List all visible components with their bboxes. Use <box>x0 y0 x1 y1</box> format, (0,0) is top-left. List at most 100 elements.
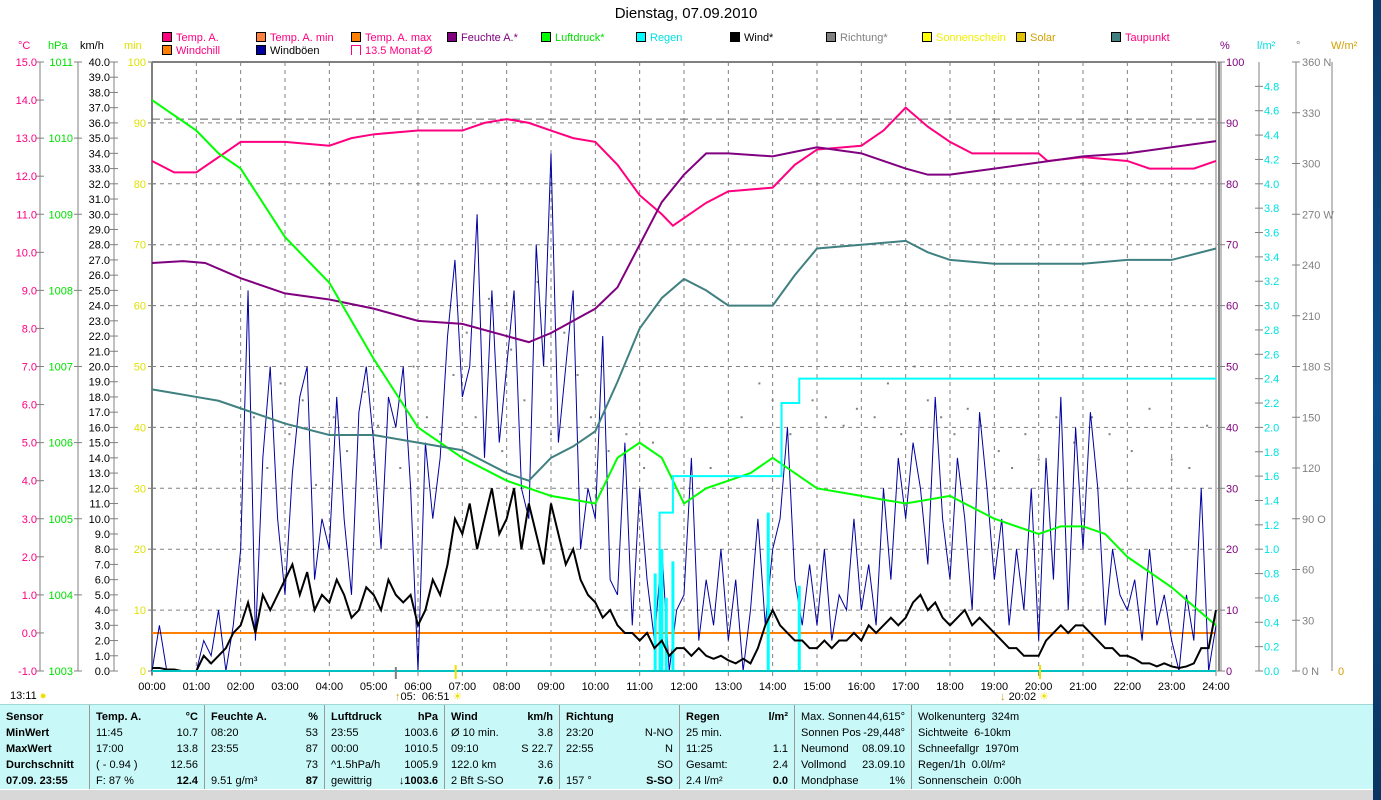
direction-point <box>1206 424 1209 427</box>
sunrise-time: 06:51 <box>421 691 450 703</box>
moon-icon: ● <box>39 690 47 702</box>
direction-point <box>474 416 477 419</box>
x-tick-label: 17:00 <box>892 681 920 693</box>
direction-point <box>855 407 858 410</box>
stats-row: 73 <box>211 757 318 773</box>
rain-tick-label: 1.6 <box>1264 471 1279 483</box>
stats-row: 122.0 km 3.6 <box>451 757 553 773</box>
temp-tick-label: 3.0 <box>22 514 37 526</box>
direction-point <box>301 399 304 402</box>
kmh-tick-label: 35.0 <box>89 133 110 145</box>
sunset-time: 20:02 <box>1008 691 1037 703</box>
min-tick-label: 70 <box>134 240 146 252</box>
direction-point <box>377 424 380 427</box>
min-tick-label: 30 <box>134 483 146 495</box>
kmh-tick-label: 0.0 <box>95 666 110 678</box>
kmh-tick-label: 27.0 <box>89 255 110 267</box>
direction-point <box>346 450 349 453</box>
sunset-arrow-icon: ↓ <box>1000 691 1006 703</box>
stats-column: Wolkenunterg 324m Sichtweite 6-10km Schneefa… <box>912 705 1373 790</box>
stats-row: Ø 10 min. 3.8 <box>451 725 553 741</box>
kmh-tick-label: 22.0 <box>89 331 110 343</box>
direction-point <box>1130 450 1133 453</box>
direction-point <box>425 416 428 419</box>
sunrise-info: ↑05: 06:51 ☀ <box>395 690 462 703</box>
direction-point <box>510 348 513 351</box>
hpa-tick-label: 1010 <box>49 133 73 145</box>
direction-point <box>363 390 366 393</box>
stats-row-label: 07.09. 23:55 <box>6 773 83 789</box>
stats-row: gewittrig ↓1003.6 <box>331 773 438 789</box>
temp-tick-label: 12.0 <box>16 171 37 183</box>
direction-point <box>953 433 956 436</box>
stats-cell-label: F: 87 % <box>96 775 134 787</box>
rain-tick-label: 2.6 <box>1264 349 1279 361</box>
direction-point <box>439 433 442 436</box>
pct-tick-label: 80 <box>1226 179 1238 191</box>
deg-tick-label: 30 <box>1302 615 1314 627</box>
rain-tick-label: 4.0 <box>1264 179 1279 191</box>
x-tick-label: 16:00 <box>848 681 876 693</box>
kmh-tick-label: 31.0 <box>89 194 110 206</box>
direction-point <box>501 450 504 453</box>
pct-tick-label: 40 <box>1226 422 1238 434</box>
stats-row: 11:25 1.1 <box>686 741 788 757</box>
stats-label: MinWert <box>6 727 50 739</box>
stats-cell-value: 87 <box>305 743 318 755</box>
stats-cell-value: 6-10km <box>974 727 1011 739</box>
stats-header: Richtung <box>566 709 673 725</box>
stats-row: SO <box>566 757 673 773</box>
stats-row: F: 87 % 12.4 <box>96 773 198 789</box>
deg-tick-label: 240 <box>1302 260 1320 272</box>
stats-column: Regen l/m² 25 min. 11:25 1.1 Gesamt: 2.4 2.4 l/… <box>680 705 795 790</box>
stats-row: 08:20 53 <box>211 725 318 741</box>
kmh-tick-label: 34.0 <box>89 148 110 160</box>
rain-tick-label: 1.4 <box>1264 495 1279 507</box>
stats-column: Richtung 23:20 N-NO 22:55 N SO 157 ° S-SO <box>560 705 680 790</box>
x-tick-label: 08:00 <box>493 681 521 693</box>
rain-tick-label: 0.2 <box>1264 642 1279 654</box>
kmh-tick-label: 37.0 <box>89 103 110 115</box>
rain-tick-label: 3.0 <box>1264 301 1279 313</box>
stats-column: Temp. A. °C 11:45 10.7 17:00 13.8 ( - 0.94 ) 12… <box>90 705 205 790</box>
direction-point <box>926 399 929 402</box>
kmh-tick-label: 8.0 <box>95 544 110 556</box>
kmh-tick-label: 12.0 <box>89 483 110 495</box>
x-tick-label: 03:00 <box>271 681 299 693</box>
temp-tick-label: 9.0 <box>22 285 37 297</box>
stats-cell-label: Regen/1h <box>918 759 966 771</box>
kmh-tick-label: 38.0 <box>89 87 110 99</box>
kmh-tick-label: 21.0 <box>89 346 110 358</box>
rain-tick-label: 1.2 <box>1264 520 1279 532</box>
direction-point <box>643 467 646 469</box>
stats-cell-value: 73 <box>305 759 318 771</box>
deg-tick-label: 210 <box>1302 311 1320 323</box>
x-tick-label: 00:00 <box>138 681 166 693</box>
direction-point <box>266 467 269 469</box>
stats-cell-value: 12.4 <box>176 775 198 787</box>
min-tick-label: 0 <box>140 666 146 678</box>
temp-tick-label: 11.0 <box>16 209 37 221</box>
rain-tick-label: 4.6 <box>1264 106 1279 118</box>
x-tick-label: 24:00 <box>1202 681 1230 693</box>
stats-cell-label: 2.4 l/m² <box>686 775 723 787</box>
min-tick-label: 40 <box>134 422 146 434</box>
direction-point <box>1055 416 1058 419</box>
stats-label: MaxWert <box>6 743 52 755</box>
stats-header-label: Wind <box>451 711 478 723</box>
stats-cell-label: Sichtweite <box>918 727 969 739</box>
stats-row: Vollmond 23.09.10 <box>801 757 905 773</box>
kmh-tick-label: 17.0 <box>89 407 110 419</box>
stats-cell-label: Sonnen Pos <box>801 727 861 739</box>
kmh-tick-label: 19.0 <box>89 377 110 389</box>
stats-cell-value: 53 <box>305 727 318 739</box>
stats-cell-label: gewittrig <box>331 775 372 787</box>
deg-tick-label: 90 O <box>1302 514 1326 526</box>
stats-row: 25 min. <box>686 725 788 741</box>
stats-cell-label: 23:55 <box>211 743 239 755</box>
stats-cell-label: 08:20 <box>211 727 239 739</box>
pct-tick-label: 70 <box>1226 240 1238 252</box>
stats-cell-label: Max. Sonnen <box>801 711 866 723</box>
direction-point <box>824 416 827 419</box>
stats-cell-label: Gesamt: <box>686 759 728 771</box>
